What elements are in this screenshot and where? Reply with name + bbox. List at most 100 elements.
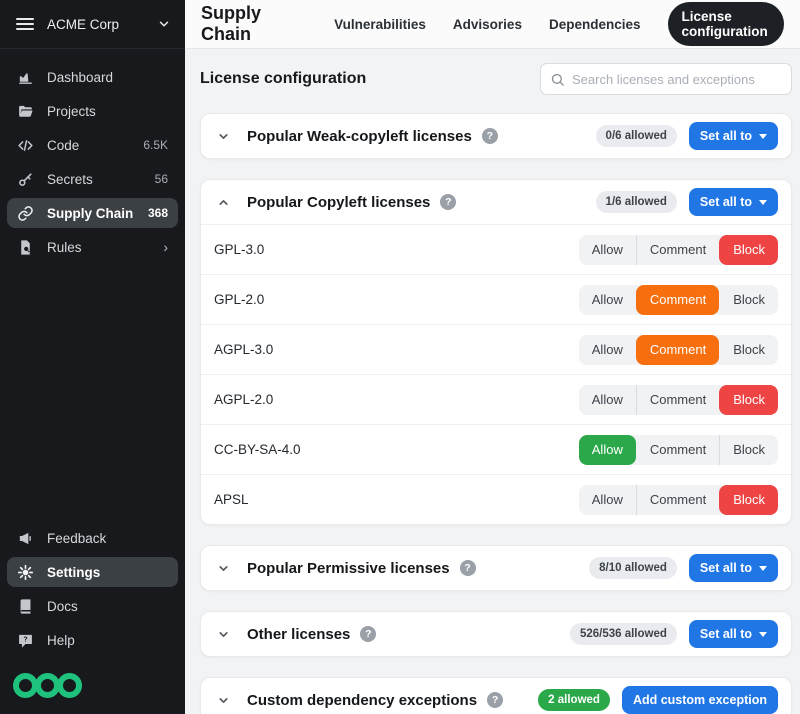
section-title: Custom dependency exceptions: [247, 692, 477, 709]
license-name: AGPL-2.0: [214, 392, 273, 407]
sidebar-nav: Dashboard Projects Code 6.5K Secrets 56 …: [0, 49, 185, 266]
tab-advisories[interactable]: Advisories: [453, 17, 522, 32]
caret-down-icon: [759, 632, 767, 637]
chevron-up-icon[interactable]: [214, 193, 232, 211]
comment-button[interactable]: Comment: [636, 335, 719, 365]
help-icon[interactable]: ?: [360, 626, 376, 642]
app-window: ACME Corp Dashboard Projects Code 6.5K S…: [0, 0, 800, 714]
section-header[interactable]: Custom dependency exceptions ? 2 allowed…: [201, 678, 791, 714]
allow-button[interactable]: Allow: [579, 485, 636, 515]
main-area: Supply Chain Vulnerabilities Advisories …: [185, 0, 800, 714]
chevron-down-icon[interactable]: [214, 691, 232, 709]
topbar: Supply Chain Vulnerabilities Advisories …: [185, 0, 800, 49]
section-header[interactable]: Popular Permissive licenses ? 8/10 allow…: [201, 546, 791, 590]
license-row: AGPL-2.0 Allow Comment Block: [201, 374, 791, 424]
sidebar-bottom-nav: Feedback Settings Docs ? Help: [0, 510, 185, 659]
sidebar-item-feedback[interactable]: Feedback: [7, 523, 178, 553]
tab-license-configuration[interactable]: License configuration: [668, 2, 785, 46]
brand-logo-rings: [0, 673, 185, 714]
key-icon: [17, 171, 34, 188]
svg-text:?: ?: [23, 635, 27, 643]
section-title: Popular Weak-copyleft licenses: [247, 128, 472, 145]
allow-button[interactable]: Allow: [579, 335, 636, 365]
license-state-toggle: Allow Comment Block: [579, 285, 778, 315]
comment-button[interactable]: Comment: [636, 285, 719, 315]
sidebar-item-code[interactable]: Code 6.5K: [7, 130, 178, 160]
comment-button[interactable]: Comment: [636, 485, 719, 515]
license-row: CC-BY-SA-4.0 Allow Comment Block: [201, 424, 791, 474]
section-copyleft: Popular Copyleft licenses ? 1/6 allowed …: [200, 179, 792, 525]
page-header: License configuration: [200, 63, 792, 95]
sidebar-item-projects[interactable]: Projects: [7, 96, 178, 126]
help-icon[interactable]: ?: [460, 560, 476, 576]
sidebar-item-dashboard[interactable]: Dashboard: [7, 62, 178, 92]
block-button[interactable]: Block: [719, 435, 778, 465]
page-title: License configuration: [200, 70, 366, 88]
sidebar-item-label: Help: [47, 633, 75, 648]
search-box: [540, 63, 792, 95]
tab-vulnerabilities[interactable]: Vulnerabilities: [334, 17, 426, 32]
help-icon[interactable]: ?: [487, 692, 503, 708]
caret-down-icon: [759, 134, 767, 139]
set-all-to-button[interactable]: Set all to: [689, 554, 778, 582]
chevron-down-icon[interactable]: [214, 559, 232, 577]
block-button[interactable]: Block: [719, 485, 778, 515]
hamburger-menu-icon[interactable]: [16, 18, 34, 30]
sidebar-item-docs[interactable]: Docs: [7, 591, 178, 621]
sidebar-item-supply-chain[interactable]: Supply Chain 368: [7, 198, 178, 228]
block-button[interactable]: Block: [719, 385, 778, 415]
help-icon[interactable]: ?: [440, 194, 456, 210]
search-icon: [550, 72, 565, 87]
license-row: GPL-3.0 Allow Comment Block: [201, 224, 791, 274]
section-title: Other licenses: [247, 626, 350, 643]
license-name: GPL-2.0: [214, 292, 264, 307]
block-button[interactable]: Block: [719, 335, 778, 365]
license-row: APSL Allow Comment Block: [201, 474, 791, 524]
sidebar-item-label: Rules: [47, 240, 82, 255]
set-all-to-button[interactable]: Set all to: [689, 188, 778, 216]
content: License configuration Popular Weak-copyl…: [185, 49, 800, 714]
search-input[interactable]: [572, 72, 782, 87]
section-header[interactable]: Popular Weak-copyleft licenses ? 0/6 all…: [201, 114, 791, 158]
sidebar-item-settings[interactable]: Settings: [7, 557, 178, 587]
sidebar-item-rules[interactable]: Rules ›: [7, 232, 178, 262]
license-state-toggle: Allow Comment Block: [579, 485, 778, 515]
comment-button[interactable]: Comment: [636, 435, 719, 465]
license-name: APSL: [214, 492, 249, 507]
allow-button[interactable]: Allow: [579, 385, 636, 415]
set-all-to-button[interactable]: Set all to: [689, 620, 778, 648]
sidebar-item-count: 56: [155, 172, 168, 186]
section-header[interactable]: Other licenses ? 526/536 allowed Set all…: [201, 612, 791, 656]
block-button[interactable]: Block: [719, 235, 778, 265]
sidebar-item-label: Projects: [47, 104, 96, 119]
license-name: GPL-3.0: [214, 242, 264, 257]
chevron-down-icon[interactable]: [157, 17, 171, 31]
comment-button[interactable]: Comment: [636, 385, 719, 415]
allow-button[interactable]: Allow: [579, 285, 636, 315]
tab-dependencies[interactable]: Dependencies: [549, 17, 641, 32]
allowed-count-badge: 526/536 allowed: [570, 623, 677, 645]
allowed-count-badge: 2 allowed: [538, 689, 610, 711]
sidebar: ACME Corp Dashboard Projects Code 6.5K S…: [0, 0, 185, 714]
set-all-to-button[interactable]: Set all to: [689, 122, 778, 150]
sidebar-item-help[interactable]: ? Help: [7, 625, 178, 655]
section-weak-copyleft: Popular Weak-copyleft licenses ? 0/6 all…: [200, 113, 792, 159]
gear-icon: [17, 564, 34, 581]
section-permissive: Popular Permissive licenses ? 8/10 allow…: [200, 545, 792, 591]
chevron-down-icon[interactable]: [214, 625, 232, 643]
allow-button[interactable]: Allow: [579, 235, 636, 265]
topbar-tabs: Vulnerabilities Advisories Dependencies …: [334, 2, 784, 46]
section-header[interactable]: Popular Copyleft licenses ? 1/6 allowed …: [201, 180, 791, 224]
allow-button[interactable]: Allow: [579, 435, 636, 465]
org-switcher[interactable]: ACME Corp: [47, 17, 157, 32]
block-button[interactable]: Block: [719, 285, 778, 315]
help-icon[interactable]: ?: [482, 128, 498, 144]
book-icon: [17, 598, 34, 615]
sidebar-item-label: Dashboard: [47, 70, 113, 85]
chevron-down-icon[interactable]: [214, 127, 232, 145]
comment-button[interactable]: Comment: [636, 235, 719, 265]
chevron-right-icon: ›: [163, 240, 168, 254]
sidebar-item-secrets[interactable]: Secrets 56: [7, 164, 178, 194]
license-state-toggle: Allow Comment Block: [579, 385, 778, 415]
add-custom-exception-button[interactable]: Add custom exception: [622, 686, 778, 714]
